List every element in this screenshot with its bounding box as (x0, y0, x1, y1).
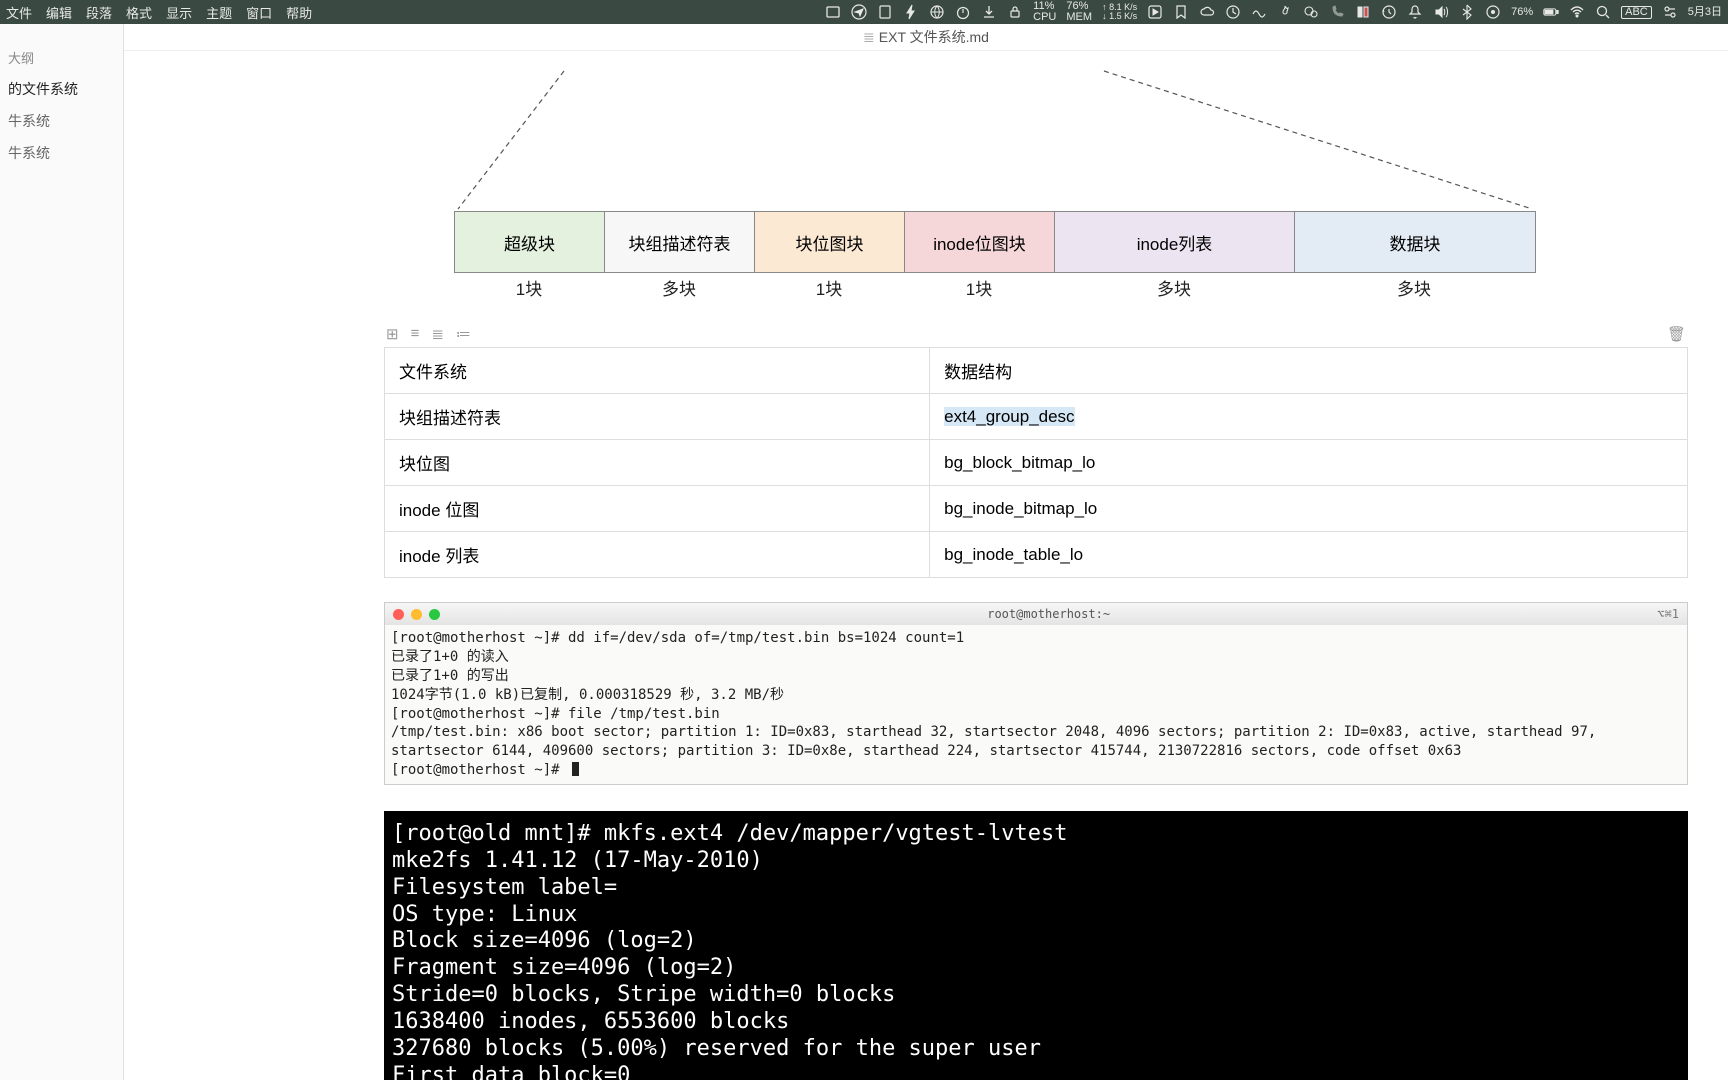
bg-count: 多块 (604, 275, 754, 300)
cell-fs: 块位图 (385, 440, 930, 486)
terminal-light: root@motherhost:~ ⌥⌘1 [root@motherhost ~… (384, 602, 1688, 785)
tray-icon[interactable] (825, 4, 841, 20)
table-tool-align-icon[interactable]: ≣ (431, 325, 444, 343)
tab-title[interactable]: EXT 文件系统.md (879, 29, 989, 45)
menubar-right: 11% CPU 76% MEM ↑ 8.1 K/s↓ 1.5 K/s 76% A… (825, 1, 1722, 23)
menu-format[interactable]: 格式 (126, 3, 152, 22)
bg-block: 块组描述符表 (605, 212, 755, 272)
bg-block: 数据块 (1295, 212, 1535, 272)
clipboard-icon[interactable] (877, 4, 893, 20)
cell-fs: 块组描述符表 (385, 394, 930, 440)
bg-count: 多块 (1294, 275, 1534, 300)
outline-heading: 大纲 (0, 42, 123, 73)
struct-table: 文件系统 数据结构 块组描述符表ext4_group_desc块位图bg_blo… (384, 347, 1688, 578)
outline-item[interactable]: 牛系统 (0, 137, 123, 169)
block-group-diagram: 超级块块组描述符表块位图块inode位图块inode列表数据块 1块多块1块1块… (384, 51, 1688, 271)
control-center-icon[interactable] (1662, 4, 1678, 20)
th-struct: 数据结构 (930, 348, 1688, 394)
struct-table-wrap: ⊞ ≡ ≣ ≔ 🗑 文件系统 数据结构 块组描述符表ext4_group_des… (384, 321, 1688, 578)
menubar-left: 文件 编辑 段落 格式 显示 主题 窗口 帮助 (6, 3, 312, 22)
globe-icon[interactable] (929, 4, 945, 20)
ime-indicator[interactable]: ABC (1621, 6, 1652, 19)
cpu-usage: 11% CPU (1033, 1, 1056, 23)
bg-count: 1块 (754, 275, 904, 300)
compass-icon[interactable] (1225, 4, 1241, 20)
cell-struct: bg_inode_table_lo (930, 532, 1688, 578)
network-speed: ↑ 8.1 K/s↓ 1.5 K/s (1102, 3, 1137, 21)
bluetooth-icon[interactable] (1459, 4, 1475, 20)
sync-icon[interactable] (1485, 4, 1501, 20)
table-delete-icon[interactable]: 🗑 (1667, 325, 1686, 343)
flame-icon[interactable] (1277, 4, 1293, 20)
phone-icon[interactable] (1329, 4, 1345, 20)
wechat-icon[interactable] (1303, 4, 1319, 20)
search-icon[interactable] (1595, 4, 1611, 20)
wifi-icon[interactable] (1569, 4, 1585, 20)
battery-icon[interactable] (1543, 4, 1559, 20)
menu-para[interactable]: 段落 (86, 3, 112, 22)
tab-bar: ≣EXT 文件系统.md (124, 24, 1728, 51)
menu-help[interactable]: 帮助 (286, 3, 312, 22)
cell-fs: inode 列表 (385, 532, 930, 578)
cell-struct: bg_inode_bitmap_lo (930, 486, 1688, 532)
table-row[interactable]: 块位图bg_block_bitmap_lo (385, 440, 1688, 486)
table-row[interactable]: 块组描述符表ext4_group_desc (385, 394, 1688, 440)
cell-fs: inode 位图 (385, 486, 930, 532)
terminal-shortcut: ⌥⌘1 (1657, 607, 1679, 621)
table-tool-grid-icon[interactable]: ⊞ (386, 325, 399, 343)
battery-pct: 76% (1511, 7, 1533, 18)
table-tool-list-icon[interactable]: ≡ (411, 325, 420, 343)
menu-theme[interactable]: 主题 (206, 3, 232, 22)
timer-icon[interactable] (955, 4, 971, 20)
timemachine-icon[interactable] (1381, 4, 1397, 20)
volume-icon[interactable] (1433, 4, 1449, 20)
table-row[interactable]: inode 列表bg_inode_table_lo (385, 532, 1688, 578)
cloud-icon[interactable] (1199, 4, 1215, 20)
zoom-icon[interactable] (429, 609, 440, 620)
bg-block: 超级块 (455, 212, 605, 272)
outline-item[interactable]: 的文件系统 (0, 73, 123, 105)
bg-block: 块位图块 (755, 212, 905, 272)
play-icon[interactable] (1147, 4, 1163, 20)
th-fs: 文件系统 (385, 348, 930, 394)
table-tool-more-icon[interactable]: ≔ (456, 325, 471, 343)
menu-file[interactable]: 文件 (6, 3, 32, 22)
terminal-title: root@motherhost:~ (987, 607, 1110, 621)
cursor (572, 762, 579, 776)
bell-icon[interactable] (1407, 4, 1423, 20)
mem-usage: 76% MEM (1066, 1, 1092, 23)
parallels-icon[interactable] (1355, 4, 1371, 20)
menu-window[interactable]: 窗口 (246, 3, 272, 22)
download-icon[interactable] (981, 4, 997, 20)
diagram-dashes (384, 51, 1584, 211)
table-row[interactable]: inode 位图bg_inode_bitmap_lo (385, 486, 1688, 532)
menu-edit[interactable]: 编辑 (46, 3, 72, 22)
cell-struct: bg_block_bitmap_lo (930, 440, 1688, 486)
bg-block: inode位图块 (905, 212, 1055, 272)
cell-struct: ext4_group_desc (930, 394, 1688, 440)
terminal-dark: [root@old mnt]# mkfs.ext4 /dev/mapper/vg… (384, 811, 1688, 1080)
bolt-icon[interactable] (903, 4, 919, 20)
wave-icon[interactable] (1251, 4, 1267, 20)
minimize-icon[interactable] (411, 609, 422, 620)
sidebar: 大纲 的文件系统 牛系统 牛系统 (0, 24, 124, 1080)
lock-icon[interactable] (1007, 4, 1023, 20)
close-icon[interactable] (393, 609, 404, 620)
telegram-icon[interactable] (851, 4, 867, 20)
bg-count: 1块 (904, 275, 1054, 300)
bg-count: 1块 (454, 275, 604, 300)
bg-count: 多块 (1054, 275, 1294, 300)
bg-block: inode列表 (1055, 212, 1295, 272)
outline-item[interactable]: 牛系统 (0, 105, 123, 137)
doc-icon: ≣ (863, 29, 875, 45)
menu-view[interactable]: 显示 (166, 3, 192, 22)
bookmark-icon[interactable] (1173, 4, 1189, 20)
terminal-output[interactable]: [root@motherhost ~]# dd if=/dev/sda of=/… (385, 625, 1687, 784)
menubar: 文件 编辑 段落 格式 显示 主题 窗口 帮助 11% CPU 76% MEM … (0, 0, 1728, 24)
date[interactable]: 5月3日 (1688, 7, 1722, 18)
